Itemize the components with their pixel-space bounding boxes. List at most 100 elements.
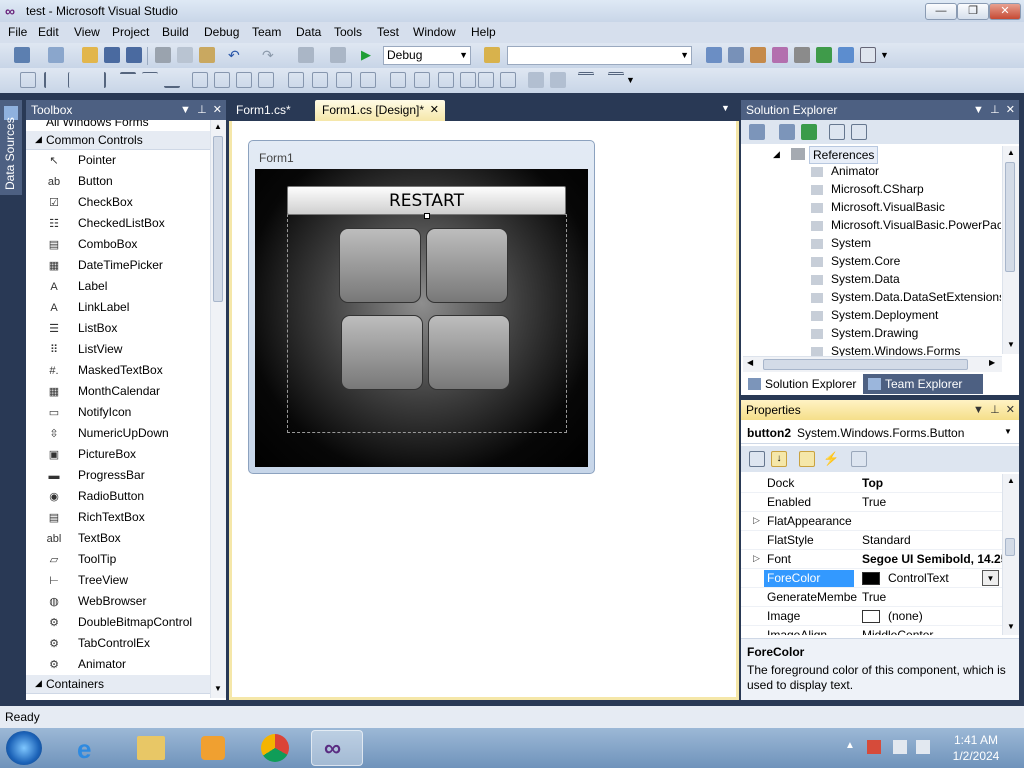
chevron-down-icon[interactable]: ▼ [973, 404, 984, 416]
taskbar-media-player[interactable] [187, 730, 239, 766]
tab-order-icon[interactable] [578, 72, 594, 88]
properties-icon[interactable] [749, 124, 765, 140]
toolbox-item-animator[interactable]: ⚙ Animator [26, 654, 210, 675]
toolbox-item-datetimepicker[interactable]: ▦ DateTimePicker [26, 255, 210, 276]
property-row-enabled[interactable]: Enabled True [741, 493, 1003, 512]
categorized-icon[interactable] [749, 451, 765, 467]
property-row-generatemember[interactable]: GenerateMember True [741, 588, 1003, 607]
toolbox-item-notifyicon[interactable]: ▭ NotifyIcon [26, 402, 210, 423]
align-to-grid-icon[interactable] [20, 72, 36, 88]
color-dropdown-icon[interactable]: ▼ [982, 570, 999, 586]
scrollbar-thumb[interactable] [763, 359, 968, 370]
remove-horizontal-spacing-icon[interactable] [360, 72, 376, 88]
toolbar-options-icon[interactable]: ▼ [626, 72, 642, 88]
toolbox-item-picturebox[interactable]: ▣ PictureBox [26, 444, 210, 465]
close-icon[interactable]: ✕ [430, 100, 439, 120]
minimize-button[interactable]: — [925, 3, 957, 20]
property-value[interactable]: Top [862, 476, 1002, 490]
tab-team-explorer[interactable]: Team Explorer [863, 374, 983, 394]
toolbox-item-checkedlistbox[interactable]: ☷ CheckedListBox [26, 213, 210, 234]
tab-solution-explorer[interactable]: Solution Explorer [743, 374, 861, 394]
scroll-up-icon[interactable]: ▲ [1007, 476, 1015, 485]
toolbox-item-monthcalendar[interactable]: ▦ MonthCalendar [26, 381, 210, 402]
object-browser-icon[interactable] [750, 47, 766, 63]
scroll-down-icon[interactable]: ▼ [1007, 622, 1015, 631]
category-common-controls[interactable]: ◢ Common Controls [26, 131, 210, 150]
navigate-forward-icon[interactable] [330, 47, 346, 63]
toolbox-item-textbox[interactable]: abl TextBox [26, 528, 210, 549]
save-all-icon[interactable] [126, 47, 142, 63]
make-same-size-icon[interactable] [236, 72, 252, 88]
solution-explorer-scrollbar[interactable]: ▲ ▼ [1002, 146, 1019, 354]
menu-data[interactable]: Data [296, 25, 321, 39]
scroll-down-icon[interactable]: ▼ [1007, 340, 1015, 349]
chevron-down-icon[interactable]: ▼ [180, 104, 191, 116]
tile-button[interactable] [341, 315, 423, 390]
cut-icon[interactable] [155, 47, 171, 63]
refresh-icon[interactable] [801, 124, 817, 140]
align-lefts-icon[interactable] [44, 72, 60, 88]
alphabetical-icon[interactable]: ↓ [771, 451, 787, 467]
properties-scrollbar[interactable]: ▲ ▼ [1002, 474, 1019, 635]
volume-icon[interactable] [916, 740, 930, 754]
solution-explorer-icon[interactable] [706, 47, 722, 63]
send-to-back-icon[interactable] [550, 72, 566, 88]
scrollbar-thumb[interactable] [1005, 538, 1015, 556]
object-selector[interactable]: button2 System.Windows.Forms.Button ▼ [741, 422, 1019, 444]
align-middles-icon[interactable] [142, 72, 158, 88]
tile-button[interactable] [339, 228, 421, 303]
properties-window-icon[interactable] [728, 47, 744, 63]
reference-item[interactable]: Animator [831, 164, 1001, 178]
close-icon[interactable]: ✕ [1006, 404, 1015, 416]
redo-icon[interactable]: ↷ [262, 47, 278, 63]
toolbox-scrollbar[interactable]: ▲ ▼ [210, 120, 226, 698]
scroll-up-icon[interactable]: ▲ [214, 122, 222, 131]
increase-horizontal-spacing-icon[interactable] [312, 72, 328, 88]
menu-team[interactable]: Team [252, 25, 281, 39]
tile-button[interactable] [428, 315, 510, 390]
toolbox-item-combobox[interactable]: ▤ ComboBox [26, 234, 210, 255]
pin-icon[interactable]: ⊥ [990, 104, 1000, 116]
show-hidden-icons[interactable]: ▲ [845, 740, 855, 751]
align-centers-icon[interactable] [68, 72, 84, 88]
scrollbar-thumb[interactable] [1005, 162, 1015, 272]
tile-button[interactable] [426, 228, 508, 303]
menu-debug[interactable]: Debug [204, 25, 239, 39]
add-item-icon[interactable] [48, 47, 64, 63]
chevron-down-icon[interactable]: ▼ [973, 104, 984, 116]
toolbox-item-maskedtextbox[interactable]: #. MaskedTextBox [26, 360, 210, 381]
undo-icon[interactable]: ↶ [228, 47, 244, 63]
scroll-right-icon[interactable]: ▶ [989, 358, 995, 367]
reference-item[interactable]: Microsoft.VisualBasic.PowerPacks [831, 218, 1001, 232]
reference-item[interactable]: Microsoft.CSharp [831, 182, 1001, 196]
toolbox-item-tabcontrolex[interactable]: ⚙ TabControlEx [26, 633, 210, 654]
references-node[interactable]: References [809, 146, 879, 164]
remove-vertical-spacing-icon[interactable] [460, 72, 476, 88]
toolbox-item-numericupdown[interactable]: ⇳ NumericUpDown [26, 423, 210, 444]
menu-edit[interactable]: Edit [38, 25, 59, 39]
start-debugging-icon[interactable]: ▶ [361, 47, 377, 63]
category-all-windows-forms[interactable]: All Windows Forms [26, 120, 210, 130]
pin-icon[interactable]: ⊥ [197, 104, 207, 116]
show-all-files-icon[interactable] [779, 124, 795, 140]
make-same-height-icon[interactable] [214, 72, 230, 88]
size-to-grid-icon[interactable] [258, 72, 274, 88]
resize-handle[interactable] [424, 213, 430, 219]
property-value[interactable]: True [862, 590, 1002, 604]
horizontal-spacing-icon[interactable] [288, 72, 304, 88]
command-window-icon[interactable] [860, 47, 876, 63]
category-containers[interactable]: ◢ Containers [26, 675, 210, 694]
close-icon[interactable]: ✕ [213, 104, 222, 116]
tab-form1-design[interactable]: Form1.cs [Design]* ✕ [315, 100, 445, 121]
toolbox-item-tooltip[interactable]: ▱ ToolTip [26, 549, 210, 570]
expand-icon[interactable]: ▷ [753, 553, 760, 564]
reference-item[interactable]: System.Core [831, 254, 1001, 268]
find-combo[interactable]: ▼ [507, 46, 692, 65]
decrease-horizontal-spacing-icon[interactable] [336, 72, 352, 88]
reference-item[interactable]: System.Data [831, 272, 1001, 286]
solution-explorer-hscrollbar[interactable]: ◀ ▶ [743, 356, 1002, 372]
menu-project[interactable]: Project [112, 25, 149, 39]
toolbox-item-progressbar[interactable]: ▬ ProgressBar [26, 465, 210, 486]
toolbox-item-label[interactable]: A Label [26, 276, 210, 297]
restart-button[interactable]: RESTART [287, 186, 566, 215]
